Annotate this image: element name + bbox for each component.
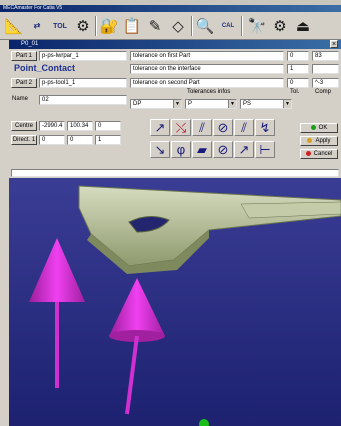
measure-icon[interactable]: 📐 bbox=[3, 15, 25, 37]
part2-button[interactable]: Part 2 bbox=[11, 78, 37, 88]
constraint-cylinder-icon[interactable]: ⊘ bbox=[213, 119, 233, 136]
apply-label: Apply bbox=[315, 138, 331, 144]
tolerance-interface-comp[interactable] bbox=[312, 64, 339, 74]
direction-button[interactable]: Direct. 1 bbox=[11, 135, 37, 145]
tol-column-header: Tol. bbox=[290, 89, 300, 95]
ok-label: OK bbox=[318, 125, 328, 131]
tolerances-infos-title: Tolerances infos bbox=[187, 89, 231, 95]
contact-arrow-2 bbox=[109, 278, 165, 415]
tolerance-interface-label: tolerance on the interface bbox=[130, 64, 284, 74]
constraint-dialog: Part 1 p-ps-lwrpar_1 Point_Contact Part … bbox=[9, 49, 341, 168]
gear-icon[interactable]: ⚙ bbox=[269, 15, 291, 37]
3d-scene bbox=[29, 185, 341, 426]
cancel-icon bbox=[305, 150, 311, 156]
toolbar-separator bbox=[191, 16, 193, 36]
constraint-line-icon[interactable]: ⫽ bbox=[234, 119, 254, 136]
status-field bbox=[11, 169, 339, 177]
lock-icon[interactable]: 🔐 bbox=[98, 15, 120, 37]
combo-p-value: P bbox=[188, 101, 193, 107]
edit-icon[interactable]: ✎ bbox=[144, 15, 166, 37]
toolbar: 📐 ⇄ TOL ⚙ 🔐 📋 ✎ ◇ 🔍 CAL 🔭 ⚙ ⏏ bbox=[0, 12, 341, 40]
chevron-down-icon: ▼ bbox=[173, 100, 181, 108]
direction-x-field[interactable]: 0 bbox=[39, 135, 65, 145]
contact-arrow-1 bbox=[29, 238, 85, 388]
tolerance-second-part-tol[interactable]: 0 bbox=[287, 78, 309, 88]
tolerance-second-part-label: tolerance on second Part bbox=[130, 78, 284, 88]
tol-label: TOL bbox=[53, 22, 67, 30]
constraint-perp-icon[interactable]: ⊢ bbox=[255, 141, 275, 158]
chevron-down-icon: ▼ bbox=[283, 100, 291, 108]
close-icon[interactable]: × bbox=[330, 40, 338, 48]
tol-icon[interactable]: TOL bbox=[49, 15, 71, 37]
compass-marker-icon bbox=[199, 419, 209, 426]
contact-type-label: Point_Contact bbox=[14, 63, 76, 73]
centre-x-field[interactable]: -2990.4 bbox=[39, 121, 65, 131]
ok-icon bbox=[310, 124, 316, 130]
constraint-slot-icon[interactable]: ⊘ bbox=[213, 141, 233, 158]
tolerance-first-part-label: tolerance on first Part bbox=[130, 51, 284, 61]
part1-field[interactable]: p-ps-lwrpar_1 bbox=[39, 51, 127, 61]
dialog-title-bar: P0_01 × bbox=[9, 40, 341, 49]
constraint-hatch-icon[interactable]: ⫽ bbox=[192, 119, 212, 136]
apply-button[interactable]: Apply bbox=[300, 136, 338, 146]
combo-dp[interactable]: DP ▼ bbox=[130, 99, 182, 109]
toolbar-separator bbox=[95, 16, 97, 36]
status-bar bbox=[9, 168, 341, 178]
constraint-sphere-icon[interactable]: φ bbox=[171, 141, 191, 158]
constraint-rotate-icon[interactable]: ↯ bbox=[255, 119, 275, 136]
part1-button[interactable]: Part 1 bbox=[11, 51, 37, 61]
tol-swap-icon[interactable]: ⇄ bbox=[26, 15, 48, 37]
app-title-bar: MECAmaster For Catia V5 bbox=[0, 5, 341, 12]
centre-button[interactable]: Centre bbox=[11, 121, 37, 131]
cancel-label: Cancel bbox=[313, 151, 333, 157]
zoom-icon[interactable]: 🔍 bbox=[194, 15, 216, 37]
3d-viewport[interactable] bbox=[9, 178, 341, 426]
tolerance-second-part-comp[interactable]: ^-3 bbox=[312, 78, 339, 88]
constraint-surface-icon[interactable]: ▰ bbox=[192, 141, 212, 158]
cancel-button[interactable]: Cancel bbox=[300, 149, 338, 159]
combo-ps-value: PS bbox=[243, 101, 252, 107]
centre-z-field[interactable]: 0 bbox=[95, 121, 121, 131]
combo-ps[interactable]: PS ▼ bbox=[240, 99, 292, 109]
cal-icon[interactable]: CAL bbox=[217, 15, 239, 37]
chevron-down-icon: ▼ bbox=[228, 100, 236, 108]
cal-label: CAL bbox=[221, 23, 235, 29]
tools-icon[interactable]: ⚙ bbox=[72, 15, 94, 37]
constraint-point-icon[interactable]: ↗ bbox=[150, 119, 170, 136]
toolbar-separator bbox=[241, 16, 243, 36]
constraint-cross-icon[interactable]: ⤯ bbox=[171, 119, 191, 136]
comp-column-header: Comp bbox=[315, 89, 332, 95]
name-label: Name bbox=[12, 96, 29, 102]
tolerance-interface-tol[interactable]: 1 bbox=[287, 64, 309, 74]
constraint-edge-icon[interactable]: ↗ bbox=[234, 141, 254, 158]
direction-z-field[interactable]: 1 bbox=[95, 135, 121, 145]
name-field[interactable]: 02 bbox=[39, 95, 127, 105]
combo-dp-value: DP bbox=[133, 101, 142, 107]
apply-icon bbox=[307, 137, 313, 143]
tolerance-first-part-tol[interactable]: 0 bbox=[287, 51, 309, 61]
left-edge bbox=[0, 40, 9, 426]
eraser-icon[interactable]: ◇ bbox=[167, 15, 189, 37]
part2-field[interactable]: p-ps-tool1_1 bbox=[39, 78, 127, 88]
dialog-title: P0_01 bbox=[21, 41, 39, 47]
centre-y-field[interactable]: 100.34 bbox=[67, 121, 93, 131]
doc-icon[interactable]: 📋 bbox=[121, 15, 143, 37]
part-geometry bbox=[78, 185, 341, 274]
export-icon[interactable]: ⏏ bbox=[292, 15, 314, 37]
constraint-plane-icon[interactable]: ↘ bbox=[150, 141, 170, 158]
app-title: MECAmaster For Catia V5 bbox=[3, 5, 63, 11]
tolerance-first-part-comp[interactable]: 83 bbox=[312, 51, 339, 61]
binoculars-icon[interactable]: 🔭 bbox=[246, 15, 268, 37]
ok-button[interactable]: OK bbox=[300, 123, 338, 133]
direction-y-field[interactable]: 0 bbox=[67, 135, 93, 145]
combo-p[interactable]: P ▼ bbox=[185, 99, 237, 109]
